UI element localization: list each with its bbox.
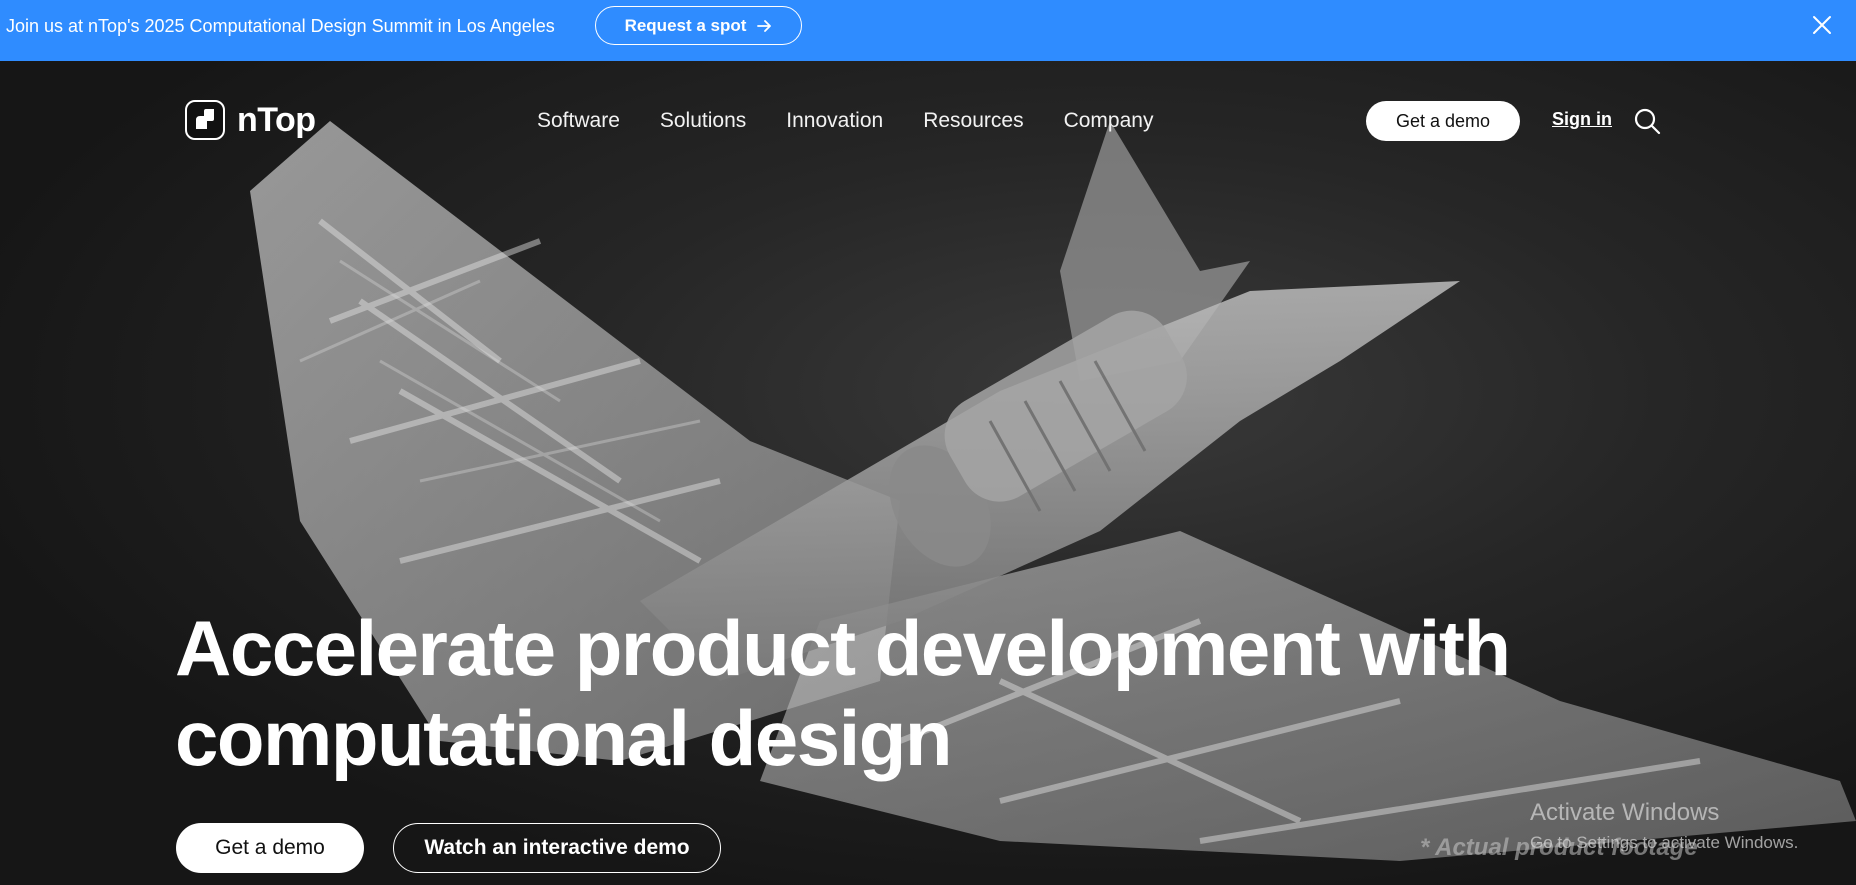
arrow-right-icon: [757, 19, 772, 32]
activate-windows-subtitle: Go to Settings to activate Windows.: [1530, 833, 1799, 852]
watch-interactive-demo-button[interactable]: Watch an interactive demo: [393, 823, 721, 873]
nav-company[interactable]: Company: [1064, 108, 1154, 134]
request-spot-button[interactable]: Request a spot: [595, 6, 802, 45]
ntop-logo-icon: [185, 100, 225, 140]
ntop-logo[interactable]: nTop: [185, 100, 316, 140]
logo-text: nTop: [237, 100, 316, 139]
hero-headline: Accelerate product development with comp…: [175, 603, 1575, 783]
search-icon[interactable]: [1633, 107, 1661, 135]
close-icon[interactable]: [1811, 14, 1833, 36]
activate-windows-title: Activate Windows: [1530, 799, 1720, 826]
announcement-text: Join us at nTop's 2025 Computational Des…: [6, 16, 555, 36]
nav-software[interactable]: Software: [537, 108, 620, 134]
nav-innovation[interactable]: Innovation: [786, 108, 883, 134]
header-get-demo-button[interactable]: Get a demo: [1366, 101, 1520, 141]
hero-headline-line2: computational design: [175, 694, 953, 782]
nav-solutions[interactable]: Solutions: [660, 108, 746, 134]
nav-resources[interactable]: Resources: [923, 108, 1023, 134]
request-spot-label: Request a spot: [624, 15, 747, 35]
main-nav: Software Solutions Innovation Resources …: [537, 108, 1153, 134]
announcement-bar: Join us at nTop's 2025 Computational Des…: [0, 0, 1856, 61]
hero-headline-line1: Accelerate product development with: [175, 604, 1511, 692]
hero-get-demo-button[interactable]: Get a demo: [176, 823, 364, 873]
sign-in-link[interactable]: Sign in: [1552, 109, 1612, 130]
